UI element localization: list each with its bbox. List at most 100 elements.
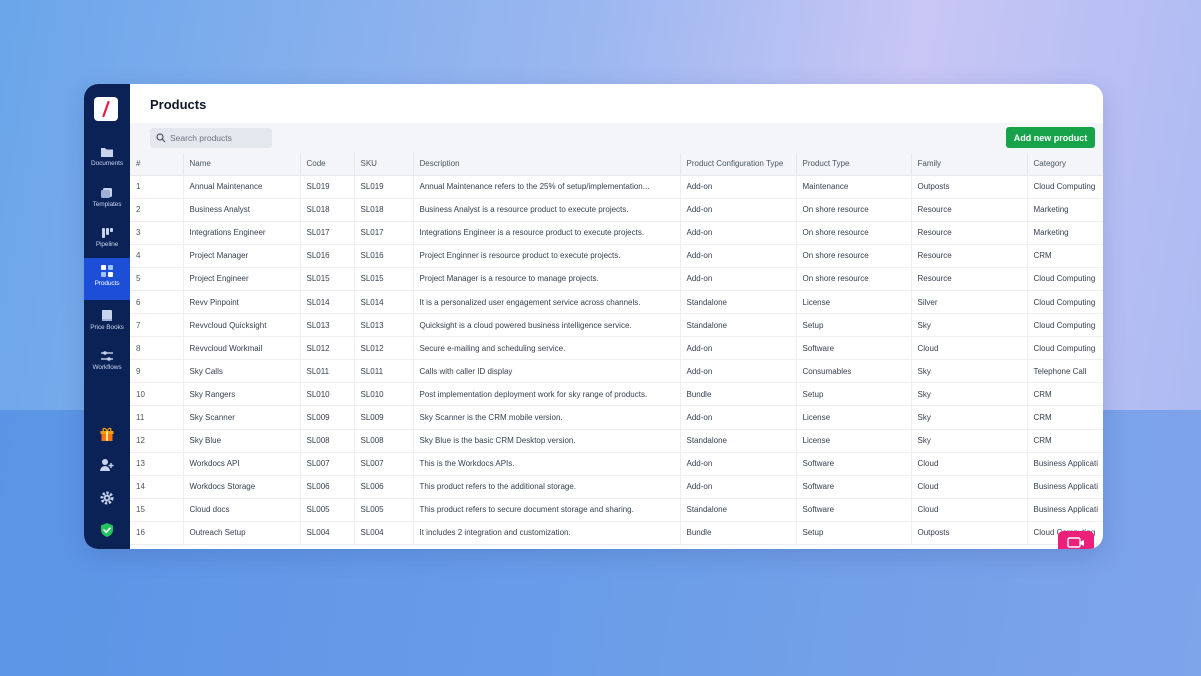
cell-code: SL007 [300, 452, 355, 476]
cell-number: 14 [130, 475, 184, 499]
cell-product-type: Setup [796, 382, 912, 407]
column-header-description[interactable]: Description [413, 153, 681, 176]
cell-product-type: License [796, 405, 912, 430]
cell-family: Sky [911, 382, 1028, 407]
table-row[interactable]: 1 Annual Maintenance SL019 SL019 Annual Main… [130, 175, 1103, 199]
cell-code: SL014 [300, 290, 355, 315]
cell-config-type: Standalone [680, 498, 797, 522]
sidebar-item-workflows[interactable]: Workflows [84, 344, 130, 384]
sidebar-item-products[interactable]: Products [84, 258, 130, 300]
cell-product-type: Setup [796, 313, 912, 338]
table-row[interactable]: 6 Revv Pinpoint SL014 SL014 It is a personal… [130, 290, 1103, 315]
add-new-product-button[interactable]: Add new product [1006, 127, 1095, 148]
cell-family: Outposts [911, 521, 1028, 546]
cell-family: Resource [911, 221, 1028, 245]
table-row[interactable]: 15 Cloud docs SL005 SL005 This product refer… [130, 498, 1103, 522]
cell-config-type: Add-on [680, 198, 797, 222]
cell-description: Business Analyst is a resource product t… [413, 198, 681, 222]
table-row[interactable]: 13 Workdocs API SL007 SL007 This is the Work… [130, 452, 1103, 476]
cell-description: Sky Scanner is the CRM mobile version. [413, 405, 681, 430]
cell-family: Resource [911, 198, 1028, 222]
cell-name: Annual Maintenance [183, 175, 301, 199]
app-window: Documents Templates Pipeline Products Pr… [84, 84, 1103, 549]
sidebar: Documents Templates Pipeline Products Pr… [84, 84, 130, 549]
column-header-category[interactable]: Category [1027, 153, 1103, 176]
column-header-product-type[interactable]: Product Type [796, 153, 912, 176]
cell-product-type: Software [796, 452, 912, 476]
cell-description: This is the Workdocs APIs. [413, 452, 681, 476]
products-grid-icon [101, 265, 113, 277]
table-row[interactable]: 14 Workdocs Storage SL006 SL006 This product… [130, 475, 1103, 499]
cell-number: 8 [130, 336, 184, 361]
cell-product-type: On shore resource [796, 244, 912, 268]
table-row[interactable]: 11 Sky Scanner SL009 SL009 Sky Scanner is th… [130, 405, 1103, 430]
table-header-row: # Name Code SKU Description Product Configura… [130, 153, 1103, 176]
table-row[interactable]: 16 Outreach Setup SL004 SL004 It includes 2 … [130, 521, 1103, 546]
sidebar-item-pipeline[interactable]: Pipeline [84, 221, 130, 261]
sidebar-item-documents[interactable]: Documents [84, 140, 130, 180]
cell-code: SL013 [300, 313, 355, 338]
sidebar-item-label: Pipeline [95, 241, 119, 248]
cell-family: Sky [911, 359, 1028, 384]
cell-number: 6 [130, 290, 184, 315]
cell-description: Quicksight is a cloud powered business i… [413, 313, 681, 338]
table-row[interactable]: 7 Revvcloud Quicksight SL013 SL013 Quicksigh… [130, 313, 1103, 338]
cell-config-type: Add-on [680, 405, 797, 430]
cell-config-type: Standalone [680, 429, 797, 453]
cell-name: Sky Rangers [183, 382, 301, 407]
column-header-number[interactable]: # [130, 153, 184, 176]
cell-description: Post implementation deployment work for … [413, 382, 681, 407]
table-row[interactable]: 4 Project Manager SL016 SL016 Project Enginn… [130, 244, 1103, 268]
cell-name: Project Engineer [183, 267, 301, 291]
column-header-code[interactable]: Code [300, 153, 355, 176]
column-header-family[interactable]: Family [911, 153, 1028, 176]
table-row[interactable]: 5 Project Engineer SL015 SL015 Project Manag… [130, 267, 1103, 291]
column-header-name[interactable]: Name [183, 153, 301, 176]
search-input[interactable] [170, 133, 270, 143]
cell-product-type: Software [796, 475, 912, 499]
cell-product-type: Software [796, 336, 912, 361]
cell-number: 1 [130, 175, 184, 199]
table-row[interactable]: 12 Sky Blue SL008 SL008 Sky Blue is the basi… [130, 429, 1103, 453]
sidebar-item-templates[interactable]: Templates [84, 181, 130, 221]
cell-description: Project Enginner is resource product to … [413, 244, 681, 268]
cell-config-type: Bundle [680, 521, 797, 546]
chat-widget-button[interactable] [1058, 531, 1094, 549]
cell-category: Marketing [1027, 198, 1103, 222]
sidebar-item-label: Templates [92, 201, 122, 208]
pipeline-icon [102, 228, 113, 238]
table-row[interactable]: 3 Integrations Engineer SL017 SL017 Integrat… [130, 221, 1103, 245]
cell-sku: SL014 [354, 290, 414, 315]
cell-sku: SL015 [354, 267, 414, 291]
cell-family: Sky [911, 313, 1028, 338]
settings-gear-icon[interactable] [96, 487, 118, 509]
table-row[interactable]: 10 Sky Rangers SL010 SL010 Post implementati… [130, 382, 1103, 407]
cell-config-type: Bundle [680, 382, 797, 407]
table-row[interactable]: 9 Sky Calls SL011 SL011 Calls with caller ID… [130, 359, 1103, 384]
cell-number: 5 [130, 267, 184, 291]
slash-logo-icon[interactable] [94, 97, 118, 121]
shield-check-icon[interactable] [96, 519, 118, 541]
table-row[interactable]: 2 Business Analyst SL018 SL018 Business Anal… [130, 198, 1103, 222]
column-header-config-type[interactable]: Product Configuration Type [680, 153, 797, 176]
cell-name: Revvcloud Workmail [183, 336, 301, 361]
sidebar-item-label: Workflows [92, 364, 122, 371]
cell-category: Telephone Call [1027, 359, 1103, 384]
table-row[interactable]: 8 Revvcloud Workmail SL012 SL012 Secure e-ma… [130, 336, 1103, 361]
column-header-sku[interactable]: SKU [354, 153, 414, 176]
cell-sku: SL010 [354, 382, 414, 407]
cell-family: Cloud [911, 452, 1028, 476]
cell-number: 11 [130, 405, 184, 430]
gift-icon[interactable] [96, 423, 118, 445]
cell-code: SL004 [300, 521, 355, 546]
cell-sku: SL016 [354, 244, 414, 268]
cell-name: Sky Blue [183, 429, 301, 453]
sidebar-item-price-books[interactable]: Price Books [84, 303, 130, 343]
add-user-icon[interactable] [96, 454, 118, 476]
cell-category: Marketing [1027, 221, 1103, 245]
cell-description: Integrations Engineer is a resource prod… [413, 221, 681, 245]
cell-family: Sky [911, 405, 1028, 430]
search-box[interactable] [150, 128, 272, 148]
table-body: 1 Annual Maintenance SL019 SL019 Annual Main… [130, 175, 1103, 546]
products-table-container[interactable]: # Name Code SKU Description Product Configura… [130, 153, 1103, 549]
